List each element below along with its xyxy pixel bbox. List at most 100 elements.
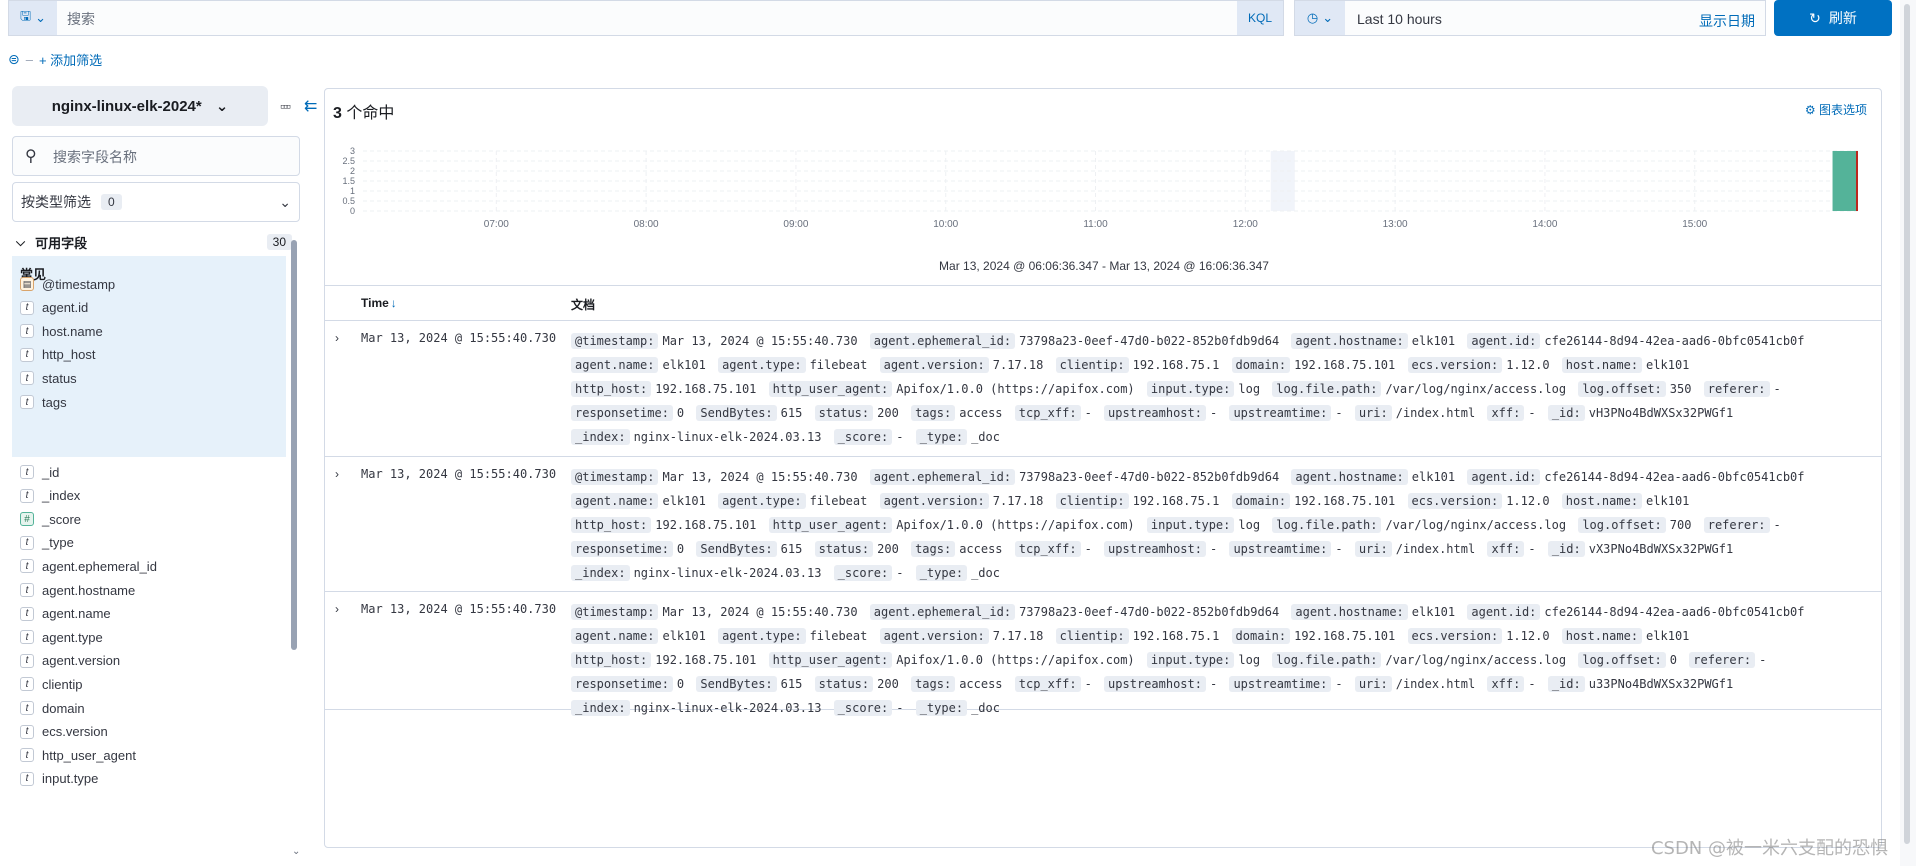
search-input[interactable]: [65, 1, 1169, 37]
expand-row-icon[interactable]: ›: [335, 467, 339, 481]
add-filter-link[interactable]: + 添加筛选: [39, 50, 102, 69]
type-filter-dropdown[interactable]: 按类型筛选 0 ⌄: [12, 182, 300, 222]
doc-field-key[interactable]: upstreamhost:: [1104, 405, 1206, 421]
doc-field-key[interactable]: SendBytes:: [696, 541, 777, 557]
field-item[interactable]: t status: [20, 367, 77, 389]
doc-field-key[interactable]: clientip:: [1055, 628, 1129, 644]
field-item[interactable]: ▤ @timestamp: [20, 273, 115, 295]
doc-field-key[interactable]: xff:: [1487, 676, 1525, 692]
show-dates-link[interactable]: 显示日期: [1699, 11, 1755, 31]
doc-field-key[interactable]: tags:: [911, 541, 956, 557]
field-item[interactable]: t agent.id: [20, 297, 88, 319]
doc-field-key[interactable]: http_user_agent:: [768, 381, 893, 397]
doc-field-key[interactable]: _type:: [915, 700, 968, 716]
scroll-down-icon[interactable]: ⌄: [292, 846, 300, 857]
doc-field-key[interactable]: status:: [814, 541, 874, 557]
doc-field-key[interactable]: input.type:: [1146, 381, 1235, 397]
doc-field-key[interactable]: ecs.version:: [1407, 357, 1503, 373]
doc-field-key[interactable]: _index:: [571, 429, 630, 445]
doc-field-key[interactable]: uri:: [1354, 541, 1392, 557]
doc-field-key[interactable]: http_user_agent:: [768, 652, 893, 668]
doc-field-key[interactable]: domain:: [1231, 357, 1291, 373]
doc-field-key[interactable]: tags:: [911, 676, 956, 692]
refresh-button[interactable]: ↻ 刷新: [1774, 0, 1892, 36]
field-item[interactable]: t agent.hostname: [20, 579, 135, 601]
doc-field-key[interactable]: agent.type:: [718, 628, 806, 644]
collapse-sidebar-icon[interactable]: ⇇: [304, 96, 317, 116]
page-scrollbar[interactable]: [1900, 0, 1916, 866]
field-item[interactable]: t http_user_agent: [20, 744, 136, 766]
histogram-bar[interactable]: [1832, 151, 1858, 211]
doc-field-key[interactable]: referer:: [1703, 381, 1770, 397]
sidebar-scrollbar[interactable]: [291, 240, 297, 650]
doc-field-key[interactable]: host.name:: [1561, 493, 1643, 509]
doc-field-key[interactable]: domain:: [1231, 493, 1291, 509]
doc-field-key[interactable]: agent.version:: [879, 628, 989, 644]
doc-field-key[interactable]: _type:: [915, 429, 968, 445]
filter-icon[interactable]: ⊜: [8, 51, 20, 68]
doc-field-key[interactable]: agent.type:: [718, 493, 806, 509]
doc-field-key[interactable]: domain:: [1231, 628, 1291, 644]
doc-field-key[interactable]: status:: [814, 405, 874, 421]
doc-field-key[interactable]: responsetime:: [571, 541, 673, 557]
doc-field-key[interactable]: log.file.path:: [1272, 381, 1382, 397]
doc-field-key[interactable]: agent.id:: [1467, 604, 1541, 620]
doc-field-key[interactable]: tags:: [911, 405, 956, 421]
doc-field-key[interactable]: tcp_xff:: [1014, 541, 1081, 557]
field-item[interactable]: # _score: [20, 508, 81, 530]
doc-field-key[interactable]: tcp_xff:: [1014, 676, 1081, 692]
doc-field-key[interactable]: SendBytes:: [696, 405, 777, 421]
doc-field-key[interactable]: clientip:: [1055, 493, 1129, 509]
field-item[interactable]: t input.type: [20, 768, 98, 790]
doc-field-key[interactable]: agent.hostname:: [1291, 333, 1408, 349]
doc-field-key[interactable]: agent.ephemeral_id:: [869, 469, 1016, 485]
table-row[interactable]: › Mar 13, 2024 @ 15:55:40.730 @timestamp: M…: [325, 457, 1881, 592]
doc-field-key[interactable]: SendBytes:: [696, 676, 777, 692]
doc-field-key[interactable]: agent.id:: [1467, 333, 1541, 349]
doc-field-key[interactable]: upstreamhost:: [1104, 541, 1206, 557]
doc-field-key[interactable]: responsetime:: [571, 676, 673, 692]
field-item[interactable]: t _type: [20, 532, 74, 554]
field-item[interactable]: t _index: [20, 485, 80, 507]
field-item[interactable]: t tags: [20, 391, 67, 413]
doc-field-key[interactable]: _id:: [1547, 676, 1585, 692]
doc-field-key[interactable]: log.file.path:: [1272, 652, 1382, 668]
table-row[interactable]: › Mar 13, 2024 @ 15:55:40.730 @timestamp: M…: [325, 321, 1881, 457]
expand-row-icon[interactable]: ›: [335, 331, 339, 345]
field-item[interactable]: t _id: [20, 461, 59, 483]
field-item[interactable]: t agent.ephemeral_id: [20, 555, 157, 577]
doc-field-key[interactable]: agent.id:: [1467, 469, 1541, 485]
doc-field-key[interactable]: input.type:: [1146, 652, 1235, 668]
field-item[interactable]: t domain: [20, 697, 85, 719]
doc-field-key[interactable]: agent.name:: [571, 628, 659, 644]
doc-field-key[interactable]: _index:: [571, 565, 630, 581]
field-search-input[interactable]: [51, 137, 285, 177]
field-item[interactable]: t http_host: [20, 344, 96, 366]
doc-field-key[interactable]: agent.type:: [718, 357, 806, 373]
doc-field-key[interactable]: ecs.version:: [1407, 493, 1503, 509]
doc-field-key[interactable]: agent.hostname:: [1291, 469, 1408, 485]
doc-field-key[interactable]: input.type:: [1146, 517, 1235, 533]
doc-field-key[interactable]: _score:: [833, 429, 893, 445]
field-item[interactable]: t agent.name: [20, 603, 111, 625]
doc-field-key[interactable]: upstreamtime:: [1229, 541, 1332, 557]
table-row[interactable]: › Mar 13, 2024 @ 15:55:40.730 @timestamp: M…: [325, 592, 1881, 716]
doc-field-key[interactable]: _id:: [1547, 405, 1585, 421]
time-range-label[interactable]: Last 10 hours: [1357, 11, 1442, 27]
doc-field-key[interactable]: host.name:: [1561, 357, 1643, 373]
doc-field-key[interactable]: upstreamhost:: [1104, 676, 1206, 692]
doc-field-key[interactable]: host.name:: [1561, 628, 1643, 644]
doc-field-key[interactable]: log.offset:: [1578, 517, 1666, 533]
doc-field-key[interactable]: clientip:: [1055, 357, 1129, 373]
saved-query-button[interactable]: 🖫 ⌄: [9, 1, 57, 35]
field-item[interactable]: t agent.version: [20, 650, 120, 672]
doc-field-key[interactable]: _score:: [833, 565, 893, 581]
sort-desc-icon[interactable]: ↓: [391, 296, 397, 310]
doc-field-key[interactable]: agent.version:: [879, 493, 989, 509]
page-scrollbar-thumb[interactable]: [1904, 4, 1910, 844]
quick-time-button[interactable]: ◷ ⌄: [1295, 1, 1345, 35]
doc-field-key[interactable]: _score:: [833, 700, 893, 716]
doc-field-key[interactable]: upstreamtime:: [1229, 405, 1332, 421]
doc-field-key[interactable]: agent.version:: [879, 357, 989, 373]
doc-field-key[interactable]: agent.name:: [571, 493, 659, 509]
